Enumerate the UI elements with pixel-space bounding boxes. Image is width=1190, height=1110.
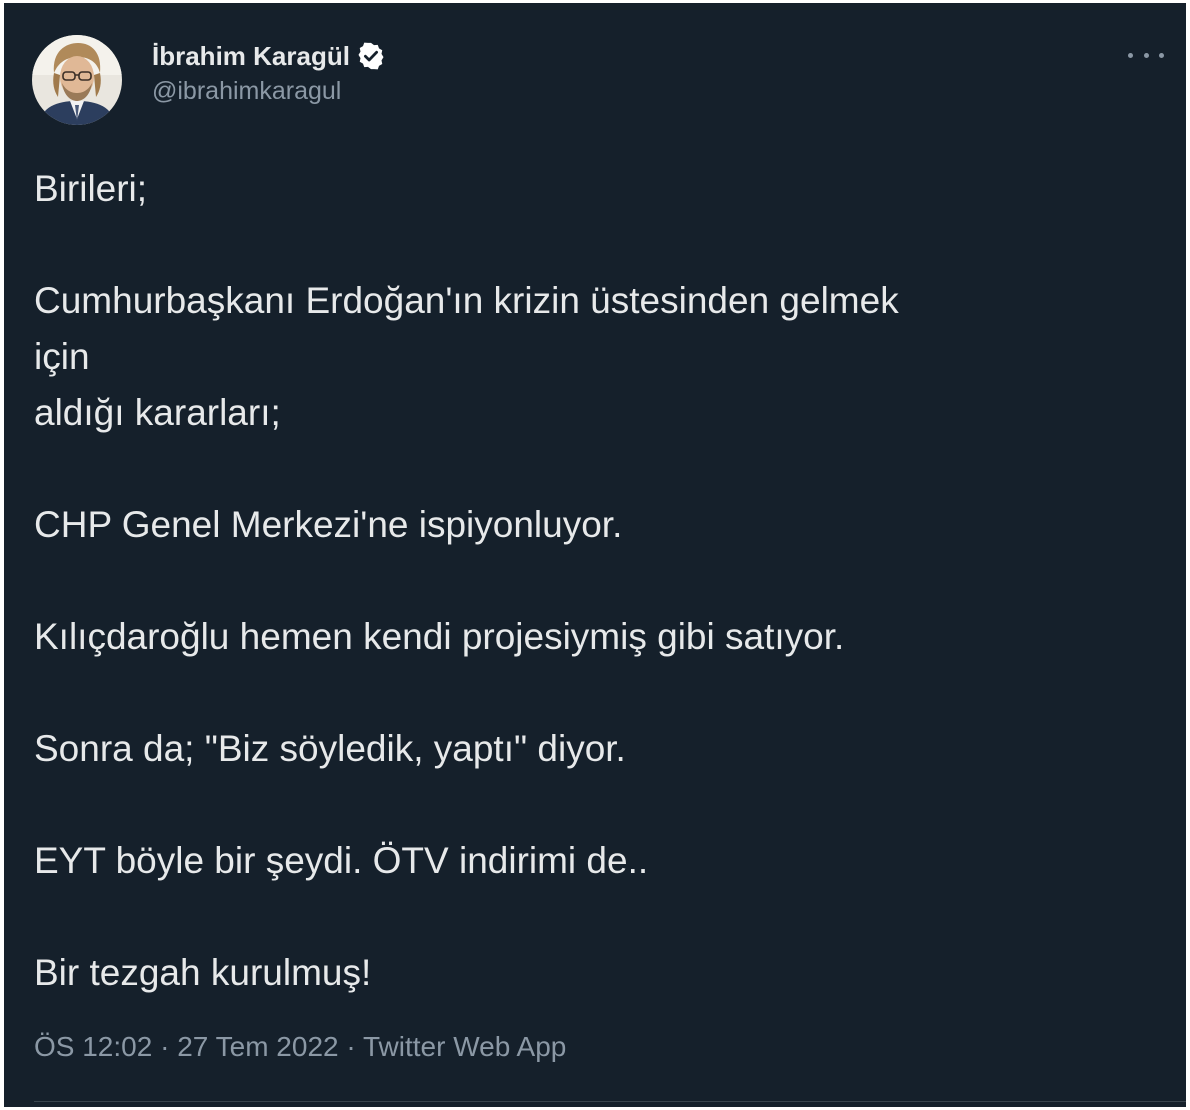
tweet-line: Cumhurbaşkanı Erdoğan'ın krizin üstesind…: [34, 280, 899, 321]
tweet-line: aldığı kararları;: [34, 392, 281, 433]
tweet-card: İbrahim Karagül @ibrahimkaragul Birileri…: [4, 3, 1186, 1107]
verified-badge-icon: [356, 41, 386, 71]
tweet-author: İbrahim Karagül @ibrahimkaragul: [152, 39, 386, 106]
author-name[interactable]: İbrahim Karagül: [152, 41, 350, 72]
more-dot: [1159, 52, 1164, 58]
meta-separator: ·: [346, 1031, 363, 1062]
meta-separator: ·: [160, 1031, 178, 1062]
more-dot: [1128, 52, 1133, 58]
tweet-date[interactable]: 27 Tem 2022: [177, 1031, 338, 1062]
more-dot: [1143, 52, 1149, 58]
tweet-line: için: [34, 336, 90, 377]
tweet-line: CHP Genel Merkezi'ne ispiyonluyor.: [34, 504, 623, 545]
author-handle[interactable]: @ibrahimkaragul: [152, 77, 386, 106]
avatar[interactable]: [32, 35, 122, 125]
tweet-line: Birileri;: [34, 168, 148, 209]
tweet-line: Sonra da; "Biz söyledik, yaptı" diyor.: [34, 728, 626, 769]
tweet-meta: ÖS 12:02 · 27 Tem 2022 · Twitter Web App: [34, 1031, 566, 1063]
more-options-icon[interactable]: [1128, 45, 1164, 65]
tweet-line: EYT böyle bir şeydi. ÖTV indirimi de..: [34, 840, 649, 881]
tweet-line: Kılıçdaroğlu hemen kendi projesiymiş gib…: [34, 616, 845, 657]
tweet-source[interactable]: Twitter Web App: [363, 1031, 566, 1062]
tweet-text: Birileri; Cumhurbaşkanı Erdoğan'ın krizi…: [34, 161, 1144, 1001]
tweet-line: Bir tezgah kurulmuş!: [34, 952, 372, 993]
tweet-time[interactable]: ÖS 12:02: [34, 1031, 152, 1062]
divider: [34, 1101, 1186, 1102]
profile-photo-icon: [32, 35, 122, 125]
author-name-row: İbrahim Karagül: [152, 39, 386, 73]
